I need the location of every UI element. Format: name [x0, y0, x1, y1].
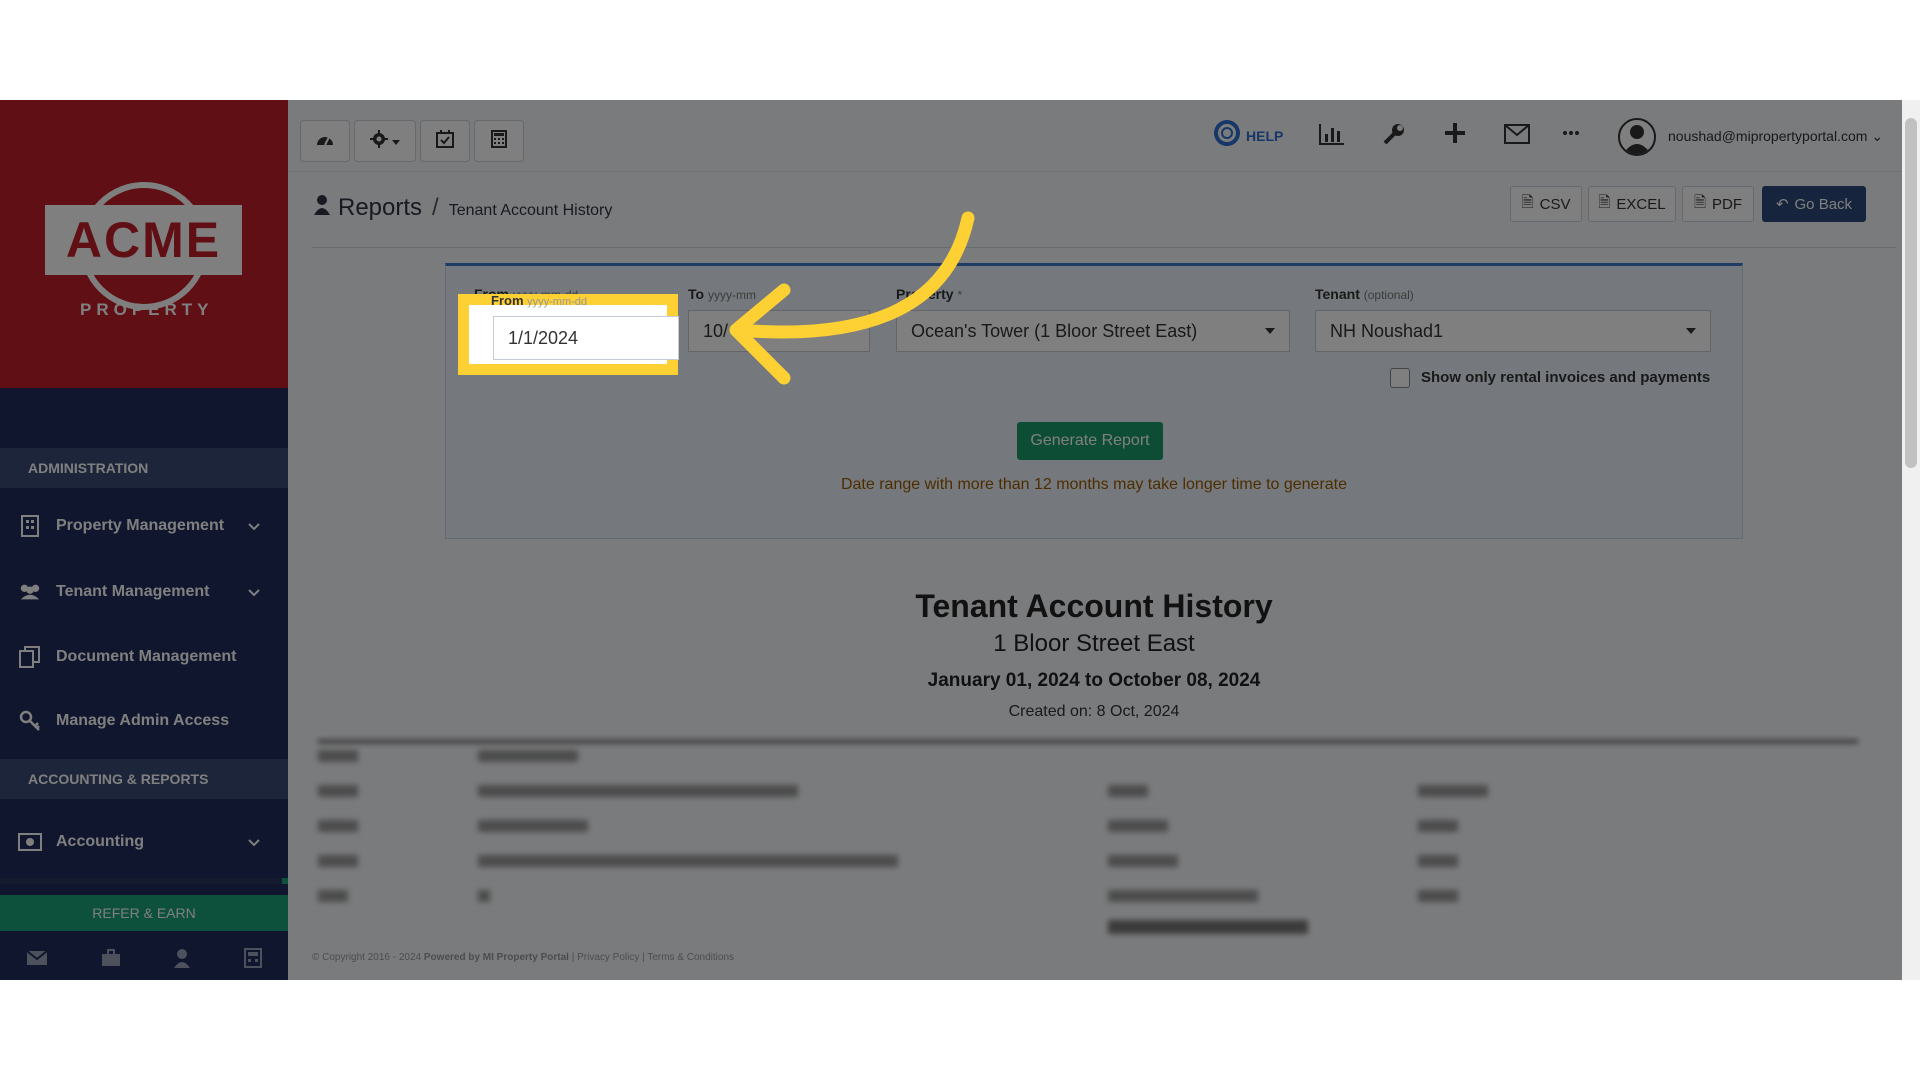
scrollbar-thumb[interactable]	[1905, 118, 1917, 468]
app-frame: ACME PROPERTY ADMINISTRATION Property Ma…	[0, 100, 1920, 980]
annotation-arrow	[729, 211, 975, 385]
page-scrollbar[interactable]	[1902, 100, 1920, 980]
